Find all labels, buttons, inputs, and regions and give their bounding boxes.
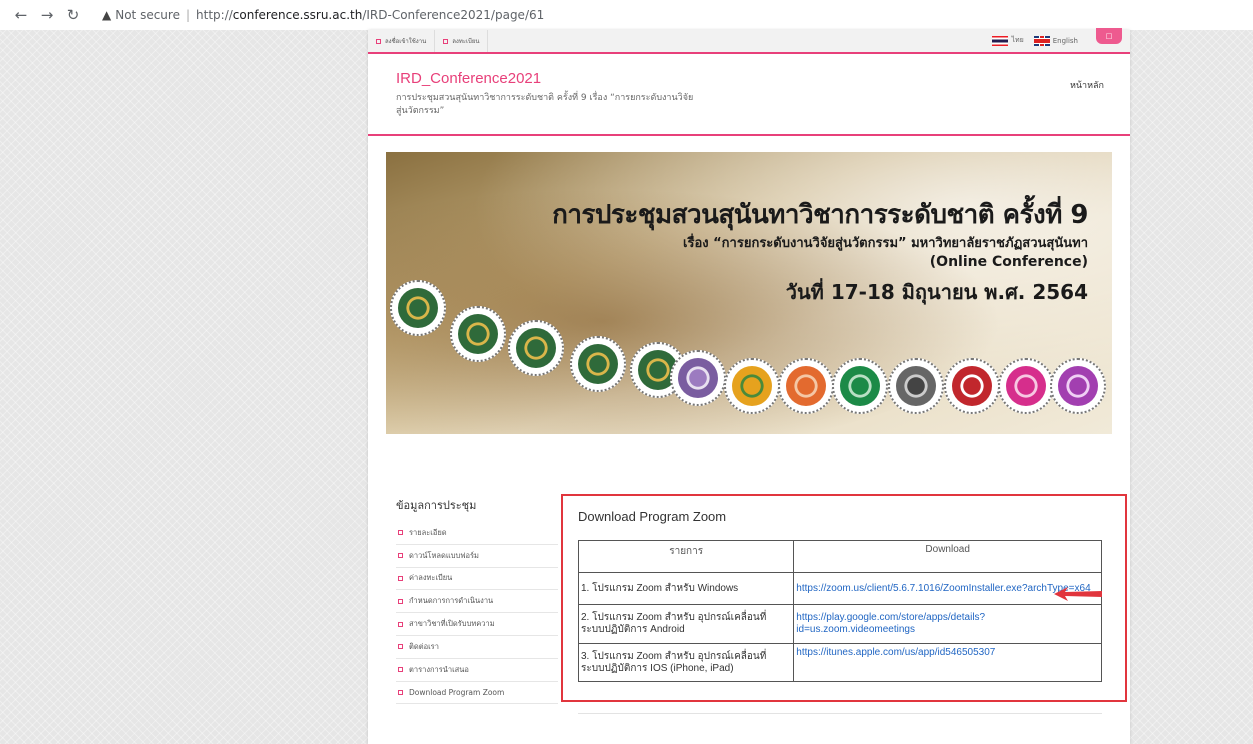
- page-title: Download Program Zoom: [578, 509, 727, 524]
- checkbox-icon: [398, 667, 403, 673]
- university-seal-icon: [888, 358, 944, 414]
- item-cell: 1. โปรแกรม Zoom สำหรับ Windows: [577, 572, 795, 605]
- sidebar-item-label: รายละเอียด: [409, 527, 447, 537]
- checkbox-icon: [398, 689, 403, 695]
- sidebar-item-presentation-schedule[interactable]: ตารางการนำเสนอ: [396, 659, 558, 682]
- sidebar: ข้อมูลการประชุม รายละเอียด ดาวน์โหลดแบบฟ…: [396, 496, 558, 705]
- university-seal-icon: [944, 358, 1000, 414]
- sidebar-item-fields[interactable]: สาขาวิชาที่เปิดรับบทความ: [396, 613, 558, 636]
- arrow-left-icon[interactable]: ←: [10, 4, 32, 26]
- warning-icon: ▲: [102, 8, 112, 22]
- thai-flag-icon[interactable]: [992, 35, 1009, 46]
- checkbox-icon: [376, 38, 381, 44]
- lang-english-label[interactable]: English: [1053, 37, 1078, 45]
- table-row: 2. โปรแกรม Zoom สำหรับ อุปกรณ์เคลื่อนที่…: [577, 604, 1102, 644]
- sidebar-item-details[interactable]: รายละเอียด: [396, 522, 558, 545]
- site-title[interactable]: IRD_Conference2021: [396, 70, 541, 87]
- register-label: ลงทะเบียน: [452, 38, 480, 45]
- sidebar-item-label: สาขาวิชาที่เปิดรับบทความ: [409, 619, 495, 629]
- sidebar-item-label: ดาวน์โหลดแบบฟอร์ม: [409, 550, 480, 560]
- download-link[interactable]: https://itunes.apple.com/us/app/id546505…: [793, 643, 1102, 682]
- conference-banner: การประชุมสวนสุนันทาวิชาการระดับชาติ ครั้…: [386, 152, 1112, 434]
- checkbox-icon: [398, 621, 403, 627]
- checkbox-icon: [398, 598, 403, 604]
- university-seal-icon: [724, 358, 780, 414]
- university-seal-icon: [570, 336, 626, 392]
- table-header: รายการ: [577, 540, 795, 573]
- divider: [578, 713, 1102, 714]
- browser-toolbar: ← → ↻ ▲ Not secure | http://conference.s…: [0, 0, 1253, 30]
- register-link[interactable]: ลงทะเบียน: [435, 30, 489, 52]
- site-subtitle: การประชุมสวนสุนันทาวิชาการระดับชาติ ครั้…: [396, 93, 694, 116]
- university-seal-icon: [832, 358, 888, 414]
- sidebar-item-download-zoom[interactable]: Download Program Zoom: [396, 682, 558, 705]
- university-seal-icon: [1050, 358, 1106, 414]
- university-seal-icon: [450, 306, 506, 362]
- red-arrow-icon: [1054, 587, 1102, 601]
- banner-online-label: (Online Conference): [929, 254, 1088, 270]
- table-row: 3. โปรแกรม Zoom สำหรับ อุปกรณ์เคลื่อนที่…: [577, 643, 1102, 682]
- lang-thai-label[interactable]: ไทย: [1011, 35, 1023, 46]
- university-seal-icon: [778, 358, 834, 414]
- sidebar-item-label: ติดต่อเรา: [409, 641, 439, 651]
- banner-date: วันที่ 17-18 มิถุนายน พ.ศ. 2564: [785, 280, 1088, 304]
- page-container: ลงชื่อเข้าใช้งาน ลงทะเบียน ไทย English □…: [368, 28, 1130, 744]
- download-table: รายการ Download 1. โปรแกรม Zoom สำหรับ W…: [577, 540, 1102, 682]
- checkbox-icon: [398, 530, 403, 536]
- item-cell: 2. โปรแกรม Zoom สำหรับ อุปกรณ์เคลื่อนที่…: [577, 604, 795, 644]
- uk-flag-icon[interactable]: [1033, 35, 1050, 46]
- pink-tab-label: □: [1105, 32, 1113, 40]
- checkbox-icon: [398, 644, 403, 650]
- security-label: Not secure: [115, 8, 180, 22]
- sidebar-item-registration-fee[interactable]: ค่าลงทะเบียน: [396, 568, 558, 591]
- sidebar-item-label: ตารางการนำเสนอ: [409, 664, 469, 674]
- address-separator: |: [185, 8, 191, 22]
- arrow-right-icon[interactable]: →: [36, 4, 58, 26]
- download-link[interactable]: https://play.google.com/store/apps/detai…: [793, 604, 1102, 644]
- sidebar-item-schedule[interactable]: กำหนดการการดำเนินงาน: [396, 590, 558, 614]
- item-cell: 3. โปรแกรม Zoom สำหรับ อุปกรณ์เคลื่อนที่…: [577, 643, 795, 682]
- sidebar-item-label: Download Program Zoom: [409, 687, 505, 697]
- university-seal-icon: [390, 280, 446, 336]
- sidebar-item-label: กำหนดการการดำเนินงาน: [409, 596, 494, 606]
- university-seal-icon: [670, 350, 726, 406]
- table-row: 1. โปรแกรม Zoom สำหรับ Windows https://z…: [577, 572, 1102, 605]
- banner-subtitle: เรื่อง “การยกระดับงานวิจัยสู่นวัตกรรม” ม…: [683, 236, 1088, 251]
- home-link[interactable]: หน้าหลัก: [1070, 78, 1104, 92]
- language-switcher: ไทย English: [992, 35, 1088, 46]
- site-header: IRD_Conference2021 การประชุมสวนสุนันทาวิ…: [368, 56, 1130, 136]
- address-bar[interactable]: ▲ Not secure | http://conference.ssru.ac…: [102, 8, 544, 22]
- reload-icon[interactable]: ↻: [62, 4, 84, 26]
- login-label: ลงชื่อเข้าใช้งาน: [385, 38, 427, 45]
- top-strip: ลงชื่อเข้าใช้งาน ลงทะเบียน ไทย English □: [368, 28, 1130, 54]
- sidebar-item-download-forms[interactable]: ดาวน์โหลดแบบฟอร์ม: [396, 545, 558, 568]
- checkbox-icon: [443, 38, 449, 44]
- login-link[interactable]: ลงชื่อเข้าใช้งาน: [368, 30, 436, 52]
- table-header: Download: [793, 540, 1102, 573]
- banner-title: การประชุมสวนสุนันทาวิชาการระดับชาติ ครั้…: [552, 200, 1088, 230]
- table-header-row: รายการ Download: [577, 540, 1102, 573]
- checkbox-icon: [398, 575, 403, 581]
- url-path: /IRD-Conference2021/page/61: [362, 8, 545, 22]
- university-seal-icon: [508, 320, 564, 376]
- sidebar-item-contact[interactable]: ติดต่อเรา: [396, 636, 558, 659]
- sidebar-title: ข้อมูลการประชุม: [396, 499, 477, 512]
- university-seal-icon: [998, 358, 1054, 414]
- url-host: conference.ssru.ac.th: [232, 8, 363, 22]
- sidebar-item-label: ค่าลงทะเบียน: [409, 573, 453, 583]
- url-protocol: http://: [196, 8, 233, 22]
- pink-tab[interactable]: □: [1096, 28, 1122, 44]
- checkbox-icon: [398, 553, 403, 559]
